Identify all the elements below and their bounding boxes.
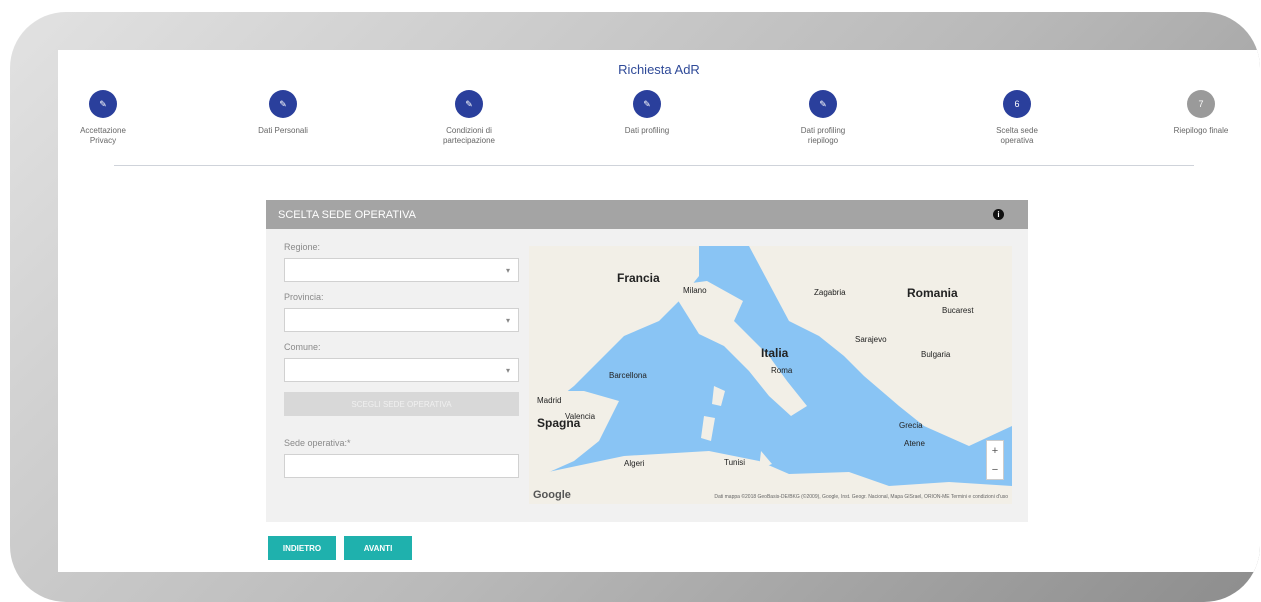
step-number-7: 7: [1187, 90, 1215, 118]
chevron-down-icon: ▾: [505, 265, 510, 275]
map-svg: [529, 246, 1012, 504]
step-6[interactable]: 6 Scelta sede operativa: [962, 90, 1072, 146]
map-label-valencia: Valencia: [565, 412, 596, 421]
map-label-sarajevo: Sarajevo: [855, 335, 887, 344]
region-select[interactable]: ▾: [284, 258, 519, 282]
map-footer: Dati mappa ©2018 GeoBasis-DE/BKG (©2009)…: [714, 494, 1008, 500]
operational-site-label: Sede operativa:*: [284, 438, 351, 448]
google-logo: Google: [533, 489, 571, 501]
zoom-out-icon[interactable]: −: [992, 464, 998, 476]
step-label: Dati Personali: [258, 126, 308, 135]
step-3[interactable]: ✎ Condizioni di partecipazione: [414, 90, 524, 146]
step-check-icon: ✎: [89, 90, 117, 118]
map-label-tunisi: Tunisi: [724, 458, 746, 467]
progress-stepper: ✎ Accettazione Privacy ✎ Dati Personali ✎…: [58, 90, 1260, 180]
step-7[interactable]: 7 Riepilogo finale: [1146, 90, 1256, 136]
operational-site-panel: SCELTA SEDE OPERATIVA i Regione: ▾ Provi…: [266, 200, 1028, 522]
map-label-italy: Italia: [761, 346, 789, 360]
step-label: Condizioni di partecipazione: [442, 126, 496, 145]
map-label-roma: Roma: [771, 366, 793, 375]
municipality-label: Comune:: [284, 342, 321, 352]
map[interactable]: Francia Italia Spagna Romania Bulgaria G…: [529, 246, 1012, 504]
step-2[interactable]: ✎ Dati Personali: [228, 90, 338, 136]
province-select[interactable]: ▾: [284, 308, 519, 332]
step-number-6: 6: [1003, 90, 1031, 118]
step-label: Dati profiling riepilogo: [800, 126, 846, 145]
panel-header: SCELTA SEDE OPERATIVA i: [266, 200, 1028, 229]
step-check-icon: ✎: [809, 90, 837, 118]
municipality-select[interactable]: ▾: [284, 358, 519, 382]
map-label-bulgaria: Bulgaria: [921, 350, 951, 359]
map-label-france: Francia: [617, 271, 660, 285]
page-title: Richiesta AdR: [618, 62, 700, 77]
zoom-in-icon[interactable]: +: [992, 445, 998, 457]
screenshot-frame: Richiesta AdR ✎ Accettazione Privacy ✎ Da…: [10, 12, 1260, 602]
step-check-icon: ✎: [455, 90, 483, 118]
map-label-barcellona: Barcellona: [609, 371, 647, 380]
province-label: Provincia:: [284, 292, 324, 302]
map-label-bucarest: Bucarest: [942, 306, 974, 315]
map-label-algeri: Algeri: [624, 459, 645, 468]
panel-title: SCELTA SEDE OPERATIVA: [278, 208, 416, 221]
info-icon[interactable]: i: [993, 209, 1004, 220]
step-check-icon: ✎: [269, 90, 297, 118]
stepper-line: [114, 165, 1194, 166]
step-label: Riepilogo finale: [1173, 126, 1229, 135]
map-label-greece: Grecia: [899, 421, 923, 430]
step-4[interactable]: ✎ Dati profiling: [592, 90, 702, 136]
next-button[interactable]: AVANTI: [344, 536, 412, 560]
map-label-zagabria: Zagabria: [814, 288, 846, 297]
region-label: Regione:: [284, 242, 321, 252]
map-zoom-control[interactable]: + −: [986, 440, 1004, 480]
location-form: Regione: ▾ Provincia: ▾ Comune: ▾ SCEGLI…: [284, 242, 521, 478]
step-label: Scelta sede operativa: [996, 126, 1038, 145]
step-1[interactable]: ✎ Accettazione Privacy: [48, 90, 158, 146]
step-5[interactable]: ✎ Dati profiling riepilogo: [768, 90, 878, 146]
step-label: Dati profiling: [624, 126, 670, 135]
operational-site-input[interactable]: [284, 454, 519, 478]
back-button[interactable]: INDIETRO: [268, 536, 336, 560]
map-label-romania: Romania: [907, 286, 958, 300]
step-label: Accettazione Privacy: [80, 126, 126, 145]
chevron-down-icon: ▾: [505, 315, 510, 325]
map-label-atene: Atene: [904, 439, 925, 448]
page: Richiesta AdR ✎ Accettazione Privacy ✎ Da…: [58, 50, 1260, 572]
map-label-madrid: Madrid: [537, 396, 562, 405]
map-label-milano: Milano: [683, 286, 707, 295]
step-check-icon: ✎: [633, 90, 661, 118]
chevron-down-icon: ▾: [505, 365, 510, 375]
choose-site-button[interactable]: SCEGLI SEDE OPERATIVA: [284, 392, 519, 416]
form-actions: INDIETRO AVANTI: [268, 536, 412, 560]
